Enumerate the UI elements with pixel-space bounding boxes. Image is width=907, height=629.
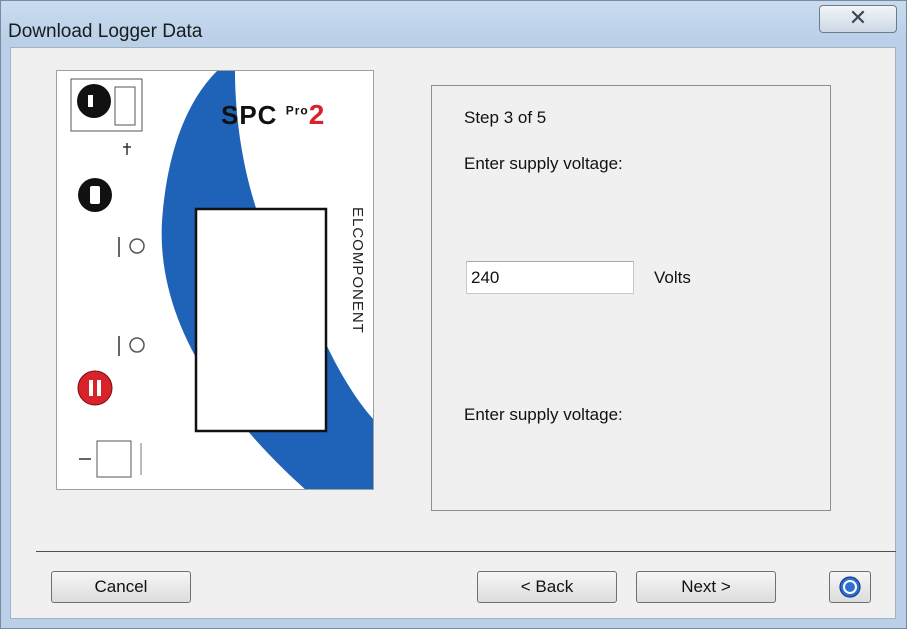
model-number: 2 xyxy=(308,99,326,130)
step-indicator: Step 3 of 5 xyxy=(464,108,547,127)
step-panel: Step 3 of 5 Enter supply voltage: Volts … xyxy=(431,85,831,511)
brand-logo: SPC Pro2 xyxy=(221,99,325,131)
cancel-button[interactable]: Cancel xyxy=(51,571,191,603)
pc-connection-port-icon xyxy=(79,440,142,478)
help-icon xyxy=(839,576,861,598)
title-bar: Download Logger Data ✕ xyxy=(1,1,906,47)
led-indicator-icon xyxy=(118,237,145,257)
next-button[interactable]: Next > xyxy=(636,571,776,603)
dialog-window: Download Logger Data ✕ SPC Pro2 ELCOMPON… xyxy=(0,0,907,629)
usb-icon xyxy=(123,143,131,155)
led-indicator-icon xyxy=(118,336,145,356)
brand-text: SPC xyxy=(221,100,278,130)
divider xyxy=(36,551,896,552)
close-icon: ✕ xyxy=(848,6,868,31)
lcd-screen xyxy=(194,207,328,433)
logger-device-image xyxy=(70,71,373,489)
window-title: Download Logger Data xyxy=(8,21,203,42)
vendor-label: ELCOMPONENT xyxy=(349,207,366,334)
record-button-icon xyxy=(78,178,112,212)
voltage-prompt: Enter supply voltage: xyxy=(464,154,623,173)
device-illustration: SPC Pro2 ELCOMPONENT xyxy=(56,70,374,490)
start-stop-button-icon xyxy=(70,78,143,132)
help-button[interactable] xyxy=(829,571,871,603)
supply-voltage-input[interactable] xyxy=(466,261,634,294)
close-button[interactable]: ✕ xyxy=(819,5,897,33)
dialog-client-area: SPC Pro2 ELCOMPONENT Step 3 of 5 Enter s… xyxy=(10,47,896,619)
back-button[interactable]: < Back xyxy=(477,571,617,603)
unit-label: Volts xyxy=(654,268,691,287)
model-sup: Pro xyxy=(285,103,309,118)
voltage-prompt-secondary: Enter supply voltage: xyxy=(464,405,623,424)
stop-button-icon xyxy=(77,370,113,406)
